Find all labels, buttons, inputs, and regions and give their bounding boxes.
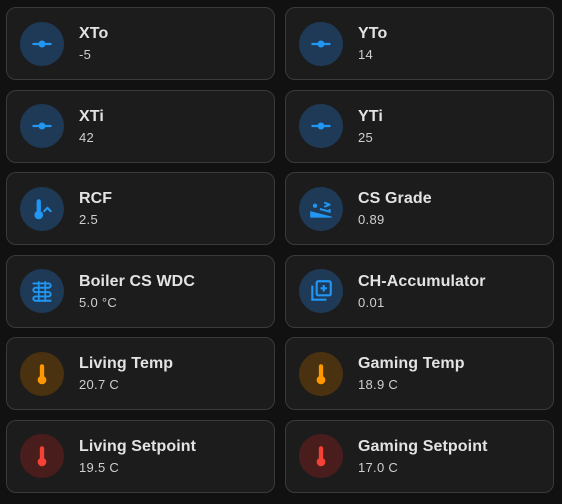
tile-name: YTi bbox=[358, 107, 383, 125]
tile-state: 20.7 C bbox=[79, 377, 120, 393]
tile-boiler-cs-wdc[interactable]: Boiler CS WDC 5.0 °C bbox=[6, 254, 275, 328]
tile-icon-circle bbox=[20, 104, 64, 149]
tile-state: -5 bbox=[79, 47, 92, 62]
tile-name: CH-Accumulator bbox=[358, 272, 486, 290]
tile-rcf[interactable]: RCF 2.5 bbox=[6, 172, 275, 246]
tile-name: CS Grade bbox=[358, 190, 432, 208]
tile-name: YTo bbox=[358, 25, 388, 42]
tile-state: 0.89 bbox=[358, 212, 385, 228]
tile-name: RCF bbox=[79, 190, 113, 208]
tile-living-temp[interactable]: Living Temp 20.7 C bbox=[6, 337, 275, 411]
tile-icon-circle bbox=[20, 434, 64, 479]
tile-xto[interactable]: XTo -5 bbox=[6, 7, 275, 80]
tile-cs-grade[interactable]: CS Grade 0.89 bbox=[285, 172, 554, 246]
tile-yti[interactable]: YTi 25 bbox=[285, 89, 554, 163]
tile-name: Gaming Temp bbox=[358, 355, 465, 373]
entity-grid: XTo -5 YTo 14 XTi 42 YTi 25 RCF 2.5 CS G… bbox=[6, 7, 554, 493]
tile-icon-circle bbox=[20, 351, 64, 396]
thermometer-icon bbox=[316, 446, 326, 467]
tile-gaming-temp[interactable]: Gaming Temp 18.9 C bbox=[285, 337, 554, 411]
thermometer-icon bbox=[37, 446, 47, 467]
tile-name: Gaming Setpoint bbox=[358, 437, 488, 455]
tile-icon-circle bbox=[299, 351, 343, 396]
tile-yto[interactable]: YTo 14 bbox=[285, 7, 554, 80]
tile-state: 14 bbox=[358, 47, 374, 62]
thermometer-icon bbox=[316, 364, 326, 385]
tile-name: Living Temp bbox=[79, 355, 174, 373]
tile-state: 0.01 bbox=[358, 294, 385, 310]
slider-icon bbox=[311, 122, 331, 130]
thermometer-chevron-up-icon bbox=[34, 198, 52, 219]
slider-icon bbox=[311, 40, 331, 47]
tile-name: XTi bbox=[79, 107, 104, 125]
tile-icon-circle bbox=[299, 269, 343, 314]
slider-icon bbox=[32, 122, 52, 130]
tile-gaming-setpoint[interactable]: Gaming Setpoint 17.0 C bbox=[285, 419, 554, 493]
tile-state: 18.9 C bbox=[358, 377, 399, 393]
tile-icon-circle bbox=[20, 186, 64, 231]
slider-icon bbox=[32, 40, 52, 47]
tile-state: 19.5 C bbox=[79, 459, 120, 475]
tile-state: 25 bbox=[358, 129, 374, 145]
tile-icon-circle bbox=[299, 104, 343, 149]
tile-name: Living Setpoint bbox=[79, 437, 197, 455]
tile-xti[interactable]: XTi 42 bbox=[6, 89, 275, 163]
tile-icon-circle bbox=[20, 21, 64, 66]
tile-state: 2.5 bbox=[79, 212, 98, 228]
tile-state: 42 bbox=[79, 129, 95, 145]
thermometer-icon bbox=[37, 364, 47, 385]
tile-state: 5.0 °C bbox=[79, 294, 118, 310]
tile-icon-circle bbox=[299, 186, 343, 231]
tile-icon-circle bbox=[20, 269, 64, 314]
plus-box-multiple-icon bbox=[311, 280, 332, 302]
tile-name: Boiler CS WDC bbox=[79, 272, 195, 290]
tile-name: XTo bbox=[79, 25, 109, 42]
tile-icon-circle bbox=[299, 21, 343, 66]
tile-living-setpoint[interactable]: Living Setpoint 19.5 C bbox=[6, 419, 275, 493]
slope-uphill-icon bbox=[310, 201, 332, 218]
tile-icon-circle bbox=[299, 434, 343, 479]
tile-state: 17.0 C bbox=[358, 459, 399, 475]
tile-ch-accumulator[interactable]: CH-Accumulator 0.01 bbox=[285, 254, 554, 328]
heating-coil-icon bbox=[32, 281, 52, 303]
